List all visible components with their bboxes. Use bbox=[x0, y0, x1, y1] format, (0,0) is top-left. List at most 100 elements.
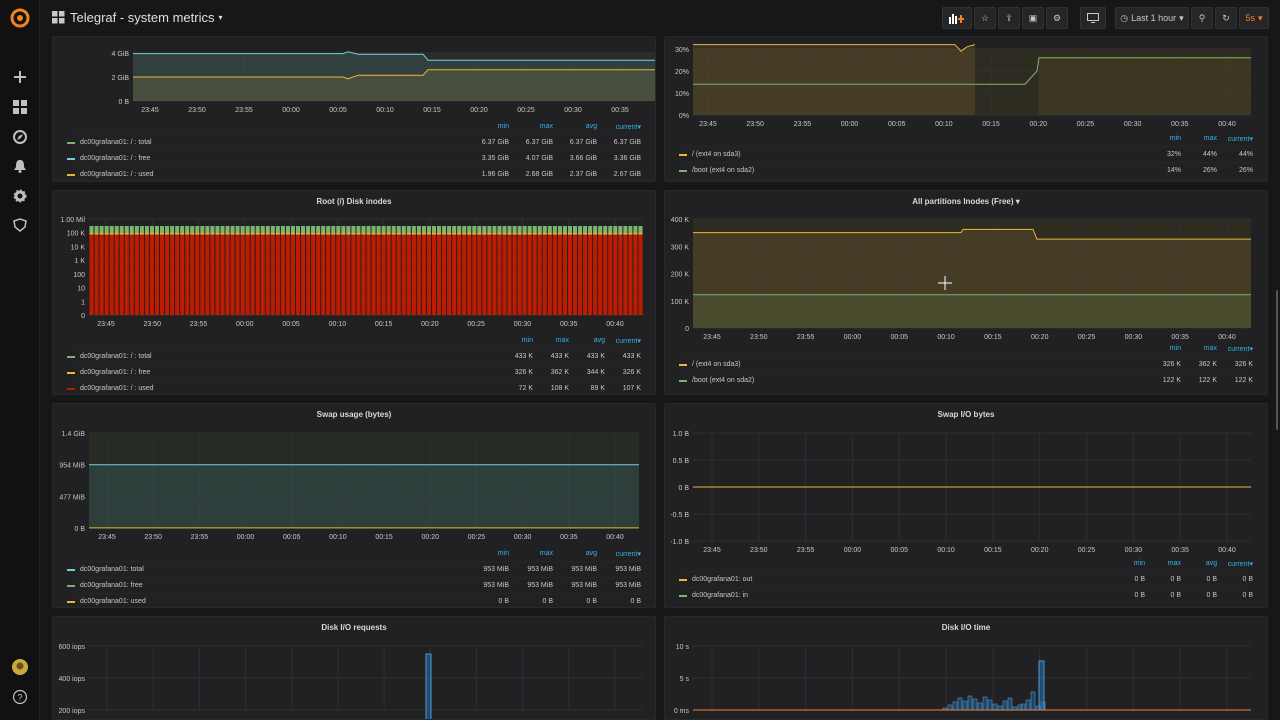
legend-column-header[interactable]: current▾ bbox=[597, 123, 641, 134]
series-color-swatch[interactable] bbox=[67, 387, 75, 390]
settings-button[interactable]: ⚙ bbox=[1046, 7, 1068, 29]
legend-row[interactable]: dc00grafana01: / : total 433 K 433 K 433 K 4… bbox=[67, 348, 641, 364]
series-color-swatch[interactable] bbox=[679, 153, 687, 156]
legend-column-header[interactable]: avg bbox=[553, 550, 597, 561]
legend-row[interactable]: / (ext4 on sda3) 326 K 362 K 326 K bbox=[679, 356, 1253, 372]
shield-icon[interactable] bbox=[10, 215, 30, 235]
legend-column-header[interactable]: max bbox=[533, 337, 569, 348]
legend-column-header[interactable]: current▾ bbox=[1217, 135, 1253, 146]
legend-column-header[interactable]: max bbox=[509, 123, 553, 134]
legend-column-header[interactable]: max bbox=[509, 550, 553, 561]
save-button[interactable]: ▣ bbox=[1022, 7, 1044, 29]
grafana-logo-icon[interactable] bbox=[10, 8, 30, 28]
legend-column-header[interactable]: current▾ bbox=[1217, 345, 1253, 356]
legend-value: 326 K bbox=[1162, 361, 1181, 368]
series-color-swatch[interactable] bbox=[67, 584, 75, 587]
legend-row[interactable]: / (ext4 on sda3) 32% 44% 44% bbox=[679, 146, 1253, 162]
zoom-out-button[interactable]: ⚲ bbox=[1191, 7, 1213, 29]
explore-icon[interactable] bbox=[10, 127, 30, 147]
legend-row[interactable]: dc00grafana01: out 0 B 0 B 0 B 0 B bbox=[679, 571, 1253, 587]
star-button[interactable]: ☆ bbox=[974, 7, 996, 29]
series-color-swatch[interactable] bbox=[67, 141, 75, 144]
legend-row[interactable]: dc00grafana01: / : free 326 K 362 K 344 K 32… bbox=[67, 364, 641, 380]
x-tick-label: 00:25 bbox=[517, 107, 535, 114]
configuration-icon[interactable] bbox=[10, 186, 30, 206]
series-name[interactable]: dc00grafana01: / : used bbox=[80, 171, 465, 178]
legend-row[interactable]: dc00grafana01: / : free 3.35 GiB 4.07 GiB 3… bbox=[67, 150, 641, 166]
panel-all-inodes[interactable]: All partitions Inodes (Free) ▾ 400 K 300 K… bbox=[664, 190, 1268, 395]
legend-column-header[interactable]: avg bbox=[569, 337, 605, 348]
series-name[interactable]: /boot (ext4 on sda2) bbox=[692, 167, 1145, 174]
legend-column-header[interactable]: max bbox=[1181, 345, 1217, 356]
series-name[interactable]: dc00grafana01: free bbox=[80, 582, 465, 589]
legend-column-header[interactable]: min bbox=[497, 337, 533, 348]
legend-column-header[interactable]: max bbox=[1181, 135, 1217, 146]
series-color-swatch[interactable] bbox=[67, 371, 75, 374]
panel-disk-percent[interactable]: 30% 20% 10% 0% 23:45 23:50 23:55 00:00 00:05 00:1… bbox=[664, 36, 1268, 182]
plus-icon[interactable] bbox=[10, 67, 30, 87]
series-name[interactable]: /boot (ext4 on sda2) bbox=[692, 377, 1145, 384]
page-scrollbar[interactable] bbox=[1276, 290, 1278, 430]
panel-root-inodes[interactable]: Root (/) Disk inodes 1.00 Mil 100 K 10 K1 K… bbox=[52, 190, 656, 395]
series-name[interactable]: dc00grafana01: / : total bbox=[80, 139, 465, 146]
series-color-swatch[interactable] bbox=[679, 379, 687, 382]
panel-disk-io-time[interactable]: Disk I/O time 10 s5 s0 ms bbox=[664, 616, 1268, 720]
legend-column-header[interactable]: min bbox=[465, 550, 509, 561]
legend-column-header[interactable]: max bbox=[1145, 560, 1181, 571]
legend-row[interactable]: dc00grafana01: / : used 72 K 108 K 89 K 107 … bbox=[67, 380, 641, 394]
legend-row[interactable]: /boot (ext4 on sda2) 122 K 122 K 122 K bbox=[679, 372, 1253, 388]
series-name[interactable]: dc00grafana01: / : used bbox=[80, 385, 497, 392]
series-color-swatch[interactable] bbox=[67, 157, 75, 160]
legend-column-header[interactable]: avg bbox=[1181, 560, 1217, 571]
refresh-interval-button[interactable]: 5s ▾ bbox=[1239, 7, 1269, 29]
legend-column-header[interactable]: current▾ bbox=[1217, 560, 1253, 571]
add-panel-button[interactable] bbox=[942, 7, 972, 29]
bar-total bbox=[255, 226, 260, 233]
series-name[interactable]: dc00grafana01: / : total bbox=[80, 353, 497, 360]
user-avatar-icon[interactable] bbox=[10, 657, 30, 677]
series-name[interactable]: dc00grafana01: out bbox=[692, 576, 1109, 583]
help-icon[interactable]: ? bbox=[10, 687, 30, 707]
series-color-swatch[interactable] bbox=[679, 578, 687, 581]
series-name[interactable]: dc00grafana01: total bbox=[80, 566, 465, 573]
panel-disk-usage[interactable]: 4 GiB 2 GiB 0 B 23:45 23:50 23:55 00:00 00:05 00… bbox=[52, 36, 656, 182]
legend-column-header[interactable]: min bbox=[1145, 135, 1181, 146]
dashboards-icon[interactable] bbox=[10, 97, 30, 117]
series-name[interactable]: dc00grafana01: / : free bbox=[80, 369, 497, 376]
refresh-button[interactable]: ↻ bbox=[1215, 7, 1237, 29]
legend-column-header[interactable]: min bbox=[465, 123, 509, 134]
series-name[interactable]: dc00grafana01: in bbox=[692, 592, 1109, 599]
series-color-swatch[interactable] bbox=[67, 600, 75, 603]
legend-row[interactable]: dc00grafana01: total 953 MiB 953 MiB 953 Mi… bbox=[67, 561, 641, 577]
alerting-icon[interactable] bbox=[10, 156, 30, 176]
series-color-swatch[interactable] bbox=[67, 355, 75, 358]
bar-total bbox=[542, 226, 547, 233]
legend-row[interactable]: dc00grafana01: free 953 MiB 953 MiB 953 MiB… bbox=[67, 577, 641, 593]
series-color-swatch[interactable] bbox=[679, 169, 687, 172]
series-name[interactable]: / (ext4 on sda3) bbox=[692, 151, 1145, 158]
tv-mode-button[interactable] bbox=[1080, 7, 1106, 29]
series-color-swatch[interactable] bbox=[67, 173, 75, 176]
legend-column-header[interactable]: avg bbox=[553, 123, 597, 134]
share-button[interactable]: ⇪ bbox=[998, 7, 1020, 29]
series-name[interactable]: dc00grafana01: used bbox=[80, 598, 465, 605]
legend-row[interactable]: dc00grafana01: in 0 B 0 B 0 B 0 B bbox=[679, 587, 1253, 603]
legend-column-header[interactable]: current▾ bbox=[605, 337, 641, 348]
panel-swap-usage[interactable]: Swap usage (bytes) 1.4 GiB 954 MiB 477 MiB 0… bbox=[52, 403, 656, 608]
panel-swap-io[interactable]: Swap I/O bytes 1.0 B 0.5 B0 B -0.5 B -1.0 B2… bbox=[664, 403, 1268, 608]
legend-row[interactable]: dc00grafana01: / : total 6.37 GiB 6.37 GiB… bbox=[67, 134, 641, 150]
series-color-swatch[interactable] bbox=[67, 568, 75, 571]
legend-column-header[interactable]: min bbox=[1145, 345, 1181, 356]
legend-row[interactable]: /boot (ext4 on sda2) 14% 26% 26% bbox=[679, 162, 1253, 178]
legend-column-header[interactable]: current▾ bbox=[597, 550, 641, 561]
series-name[interactable]: dc00grafana01: / : free bbox=[80, 155, 465, 162]
dashboard-title[interactable]: Telegraf - system metrics ▾ bbox=[70, 10, 223, 25]
legend-column-header[interactable]: min bbox=[1109, 560, 1145, 571]
series-color-swatch[interactable] bbox=[679, 363, 687, 366]
panel-disk-io-requests[interactable]: Disk I/O requests 600 iops 400 iops 200 iop… bbox=[52, 616, 656, 720]
legend-row[interactable]: dc00grafana01: / : used 1.96 GiB 2.68 GiB 2… bbox=[67, 166, 641, 181]
time-picker-button[interactable]: ◷ Last 1 hour ▾ bbox=[1115, 7, 1189, 29]
legend-row[interactable]: dc00grafana01: used 0 B 0 B 0 B 0 B bbox=[67, 593, 641, 607]
series-name[interactable]: / (ext4 on sda3) bbox=[692, 361, 1145, 368]
series-color-swatch[interactable] bbox=[679, 594, 687, 597]
